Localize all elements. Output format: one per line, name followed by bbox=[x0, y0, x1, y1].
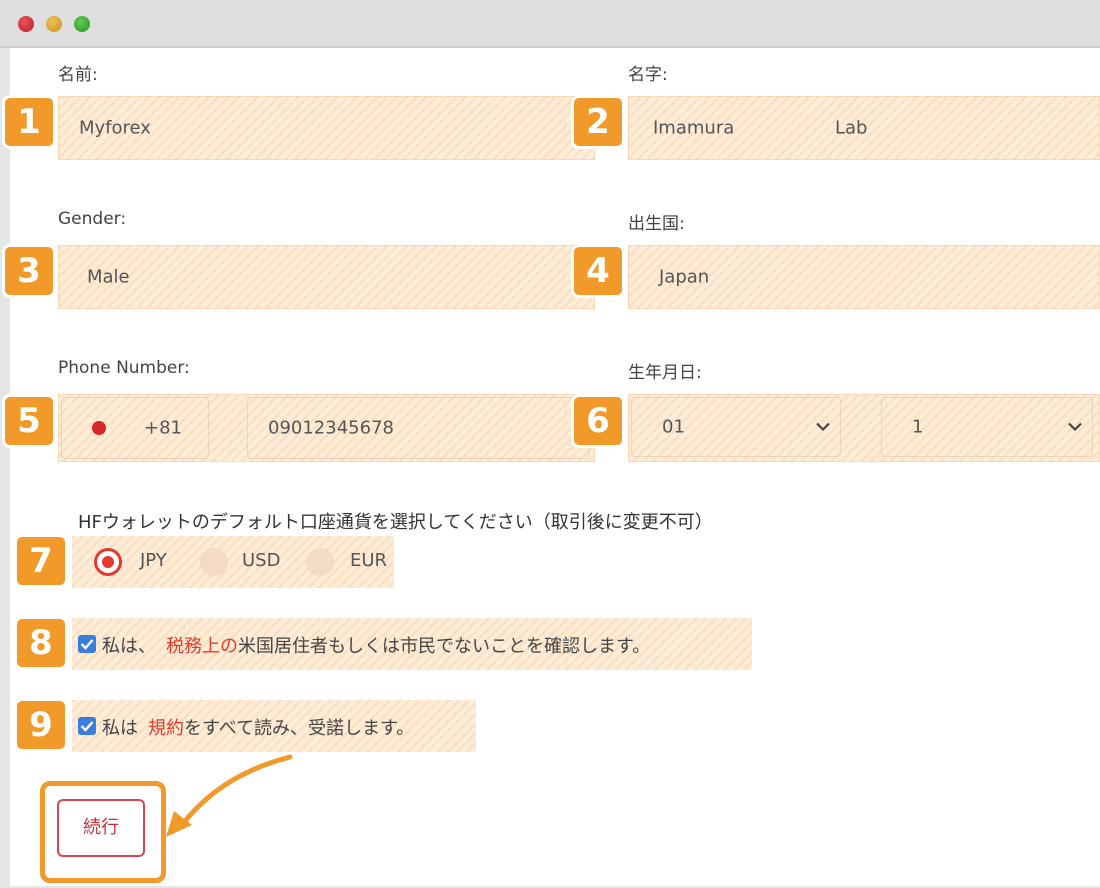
first-name-field[interactable]: Myforex bbox=[58, 96, 595, 160]
japan-flag-icon bbox=[92, 421, 106, 435]
country-field[interactable]: Japan bbox=[628, 245, 1100, 309]
gender-field[interactable]: Male bbox=[58, 245, 595, 309]
phone-label: Phone Number: bbox=[58, 358, 190, 378]
last-name-label: 名字: bbox=[628, 65, 668, 85]
terms-link[interactable]: 規約 bbox=[148, 718, 184, 739]
last-name-field[interactable]: Imamura Lab bbox=[628, 96, 1100, 160]
first-name-value: Myforex bbox=[79, 117, 151, 139]
annotation-badge-8: 8 bbox=[14, 616, 68, 670]
annotation-badge-3: 3 bbox=[2, 244, 56, 298]
last-name-value: Imamura bbox=[653, 117, 735, 139]
annotation-badge-9: 9 bbox=[14, 698, 68, 752]
dob-field-group: 01 1 bbox=[628, 394, 1100, 462]
tax-confirm-text: 私は、 税務上の米国居住者もしくは市民でないことを確認します。 bbox=[102, 636, 651, 657]
annotation-badge-6: 6 bbox=[571, 394, 625, 448]
annotation-badge-2: 2 bbox=[571, 95, 625, 149]
close-window-button[interactable] bbox=[18, 16, 34, 32]
tax-confirm-checkbox[interactable] bbox=[78, 635, 96, 653]
arrow-pointer-icon bbox=[166, 754, 293, 837]
currency-label-eur: EUR bbox=[350, 550, 388, 571]
window-titlebar bbox=[0, 0, 1100, 48]
dob-month-value: 01 bbox=[662, 416, 685, 438]
checkmark-icon bbox=[80, 721, 94, 732]
phone-number-value: 09012345678 bbox=[268, 417, 394, 439]
currency-radio-usd[interactable] bbox=[200, 548, 228, 576]
dob-day-value: 1 bbox=[912, 416, 924, 438]
annotation-badge-1: 1 bbox=[2, 95, 56, 149]
annotation-badge-4: 4 bbox=[571, 244, 625, 298]
dob-day-select[interactable]: 1 bbox=[881, 397, 1093, 457]
currency-label-jpy: JPY bbox=[140, 550, 167, 571]
submit-highlight-frame: 続行 bbox=[40, 781, 166, 883]
dob-label: 生年月日: bbox=[628, 363, 702, 383]
annotation-badge-7: 7 bbox=[14, 534, 68, 588]
currency-radio-eur[interactable] bbox=[306, 548, 334, 576]
phone-number-input[interactable]: 09012345678 bbox=[247, 397, 589, 459]
currency-prompt: HFウォレットのデフォルト口座通貨を選択してください（取引後に変更不可） bbox=[78, 512, 713, 533]
chevron-down-icon bbox=[1068, 422, 1082, 432]
phone-code-value: +81 bbox=[144, 417, 182, 439]
phone-field-group: +81 09012345678 bbox=[58, 394, 595, 462]
currency-radio-jpy[interactable] bbox=[94, 548, 122, 576]
gender-value: Male bbox=[87, 266, 130, 288]
terms-confirm-checkbox[interactable] bbox=[78, 717, 96, 735]
continue-button[interactable]: 続行 bbox=[57, 799, 145, 857]
country-value: Japan bbox=[659, 266, 710, 288]
terms-confirm-text: 私は 規約をすべて読み、受諾します。 bbox=[102, 718, 415, 739]
annotation-badge-5: 5 bbox=[2, 394, 56, 448]
gender-label: Gender: bbox=[58, 209, 127, 229]
maximize-window-button[interactable] bbox=[74, 16, 90, 32]
tax-confirm-row: 私は、 税務上の米国居住者もしくは市民でないことを確認します。 bbox=[72, 618, 752, 670]
chevron-down-icon bbox=[816, 422, 830, 432]
minimize-window-button[interactable] bbox=[46, 16, 62, 32]
phone-country-code-select[interactable]: +81 bbox=[61, 397, 209, 459]
currency-label-usd: USD bbox=[242, 550, 281, 571]
first-name-label: 名前: bbox=[58, 65, 98, 85]
dob-month-select[interactable]: 01 bbox=[631, 397, 841, 457]
tax-link[interactable]: 税務上の bbox=[166, 636, 238, 657]
currency-radio-group: JPY USD EUR bbox=[72, 536, 394, 588]
last-name-extra: Lab bbox=[835, 117, 868, 139]
country-label: 出生国: bbox=[628, 214, 685, 234]
checkmark-icon bbox=[80, 639, 94, 650]
